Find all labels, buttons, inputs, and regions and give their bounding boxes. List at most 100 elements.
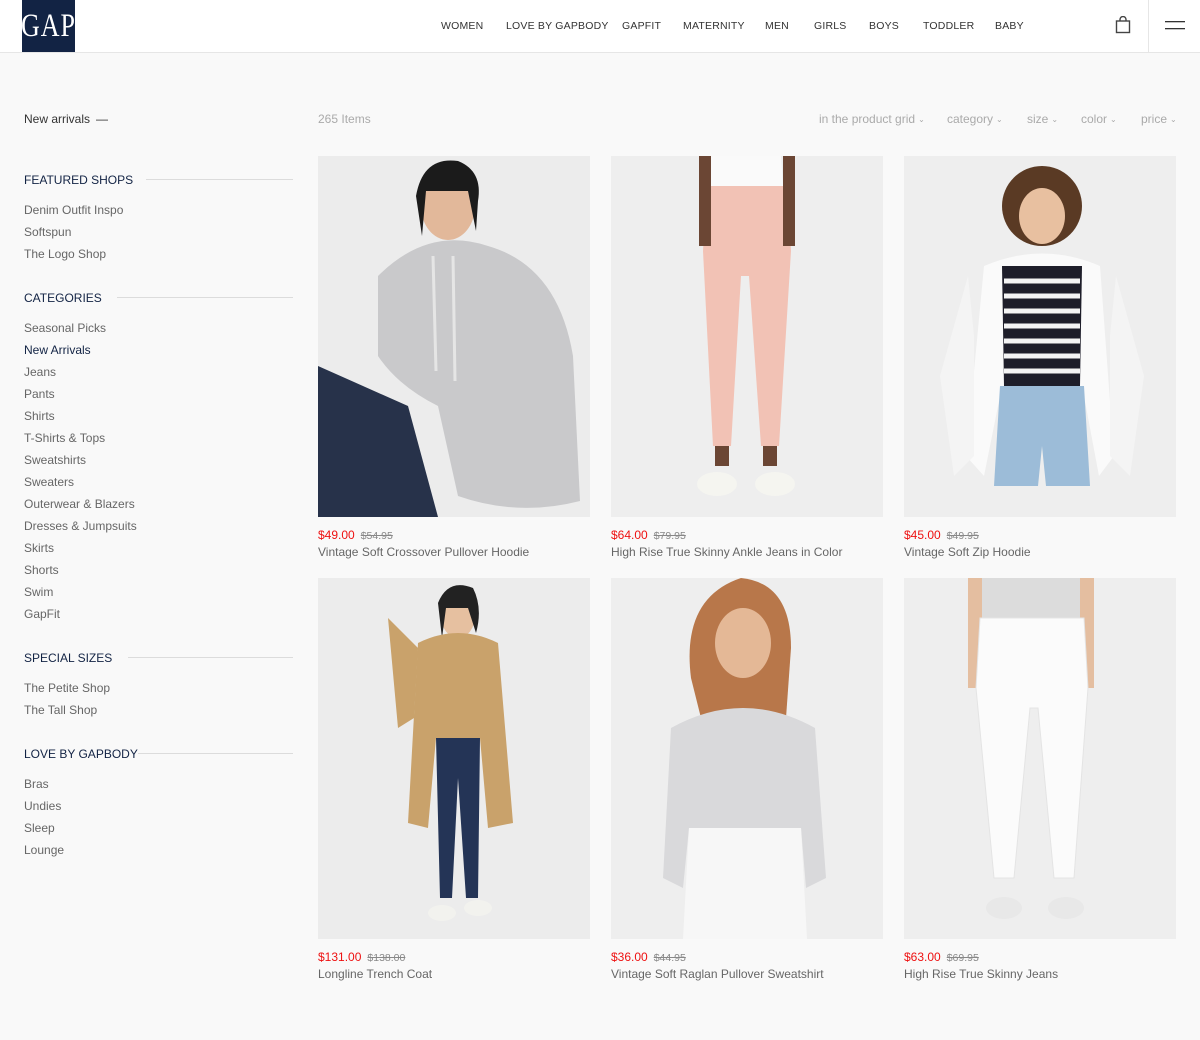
sidebar-item-undies[interactable]: Undies <box>24 799 61 813</box>
filter-price[interactable]: price ⌄ <box>1141 112 1177 126</box>
sidebar-item-softspun[interactable]: Softspun <box>24 225 71 239</box>
product-name[interactable]: High Rise True Skinny Ankle Jeans in Col… <box>611 545 883 559</box>
product-name[interactable]: Vintage Soft Raglan Pullover Sweatshirt <box>611 967 883 981</box>
site-header: GAP WOMEN LOVE BY GAPBODY GAPFIT MATERNI… <box>0 0 1200 53</box>
chevron-down-icon: ⌄ <box>918 115 925 124</box>
sidebar-item-petite-shop[interactable]: The Petite Shop <box>24 681 110 695</box>
love-by-gapbody-title: LOVE BY GAPBODY <box>24 747 138 761</box>
hamburger-icon <box>1165 21 1185 30</box>
product-image[interactable] <box>904 156 1176 517</box>
sidebar-item-logo-shop[interactable]: The Logo Shop <box>24 247 106 261</box>
categories-title: CATEGORIES <box>24 291 102 305</box>
product-name[interactable]: Longline Trench Coat <box>318 967 590 981</box>
filter-category[interactable]: category ⌄ <box>947 112 1003 126</box>
sidebar-item-lounge[interactable]: Lounge <box>24 843 64 857</box>
product-card[interactable]: $63.00 $69.95 High Rise True Skinny Jeans <box>904 578 1176 981</box>
sale-price: $64.00 <box>611 528 648 542</box>
product-card[interactable]: $45.00 $49.95 Vintage Soft Zip Hoodie <box>904 156 1176 559</box>
breadcrumb: New arrivals — <box>24 112 108 126</box>
original-price: $44.95 <box>653 952 686 964</box>
special-sizes-title: SPECIAL SIZES <box>24 651 113 665</box>
price-row: $131.00 $138.00 <box>318 950 590 964</box>
filter-label: category <box>947 112 994 126</box>
breadcrumb-label[interactable]: New arrivals <box>24 112 90 126</box>
product-name[interactable]: Vintage Soft Crossover Pullover Hoodie <box>318 545 590 559</box>
sidebar-item-tshirts-tops[interactable]: T-Shirts & Tops <box>24 431 105 445</box>
product-image[interactable] <box>318 156 590 517</box>
featured-shops-title: FEATURED SHOPS <box>24 173 134 187</box>
original-price: $138.00 <box>367 952 406 964</box>
sidebar-item-shirts[interactable]: Shirts <box>24 409 55 423</box>
product-card[interactable]: $64.00 $79.95 High Rise True Skinny Ankle… <box>611 156 883 559</box>
shopping-bag-icon[interactable] <box>1115 16 1131 34</box>
sidebar-item-denim-outfit-inspo[interactable]: Denim Outfit Inspo <box>24 203 123 217</box>
product-name[interactable]: Vintage Soft Zip Hoodie <box>904 545 1176 559</box>
filter-label: in the product grid <box>819 112 916 126</box>
nav-love-by-gapbody[interactable]: LOVE BY GAPBODY <box>506 20 609 32</box>
product-card[interactable]: $36.00 $44.95 Vintage Soft Raglan Pullove… <box>611 578 883 981</box>
nav-maternity[interactable]: MATERNITY <box>683 20 745 32</box>
filter-product-grid[interactable]: in the product grid ⌄ <box>819 112 925 126</box>
sale-price: $63.00 <box>904 950 941 964</box>
sidebar-item-dresses-jumpsuits[interactable]: Dresses & Jumpsuits <box>24 519 137 533</box>
categories-divider <box>117 297 293 298</box>
sidebar-item-swim[interactable]: Swim <box>24 585 53 599</box>
price-row: $63.00 $69.95 <box>904 950 1176 964</box>
sidebar-item-jeans[interactable]: Jeans <box>24 365 56 379</box>
filter-label: color <box>1081 112 1108 126</box>
nav-women[interactable]: WOMEN <box>441 20 483 32</box>
chevron-down-icon: ⌄ <box>1170 115 1177 124</box>
product-image[interactable] <box>904 578 1176 939</box>
price-row: $45.00 $49.95 <box>904 528 1176 542</box>
main-nav: WOMEN LOVE BY GAPBODY GAPFIT MATERNITY M… <box>0 0 1200 53</box>
chevron-down-icon: ⌄ <box>1110 115 1117 124</box>
price-row: $49.00 $54.95 <box>318 528 590 542</box>
featured-shops-divider <box>146 179 293 180</box>
filter-label: price <box>1141 112 1168 126</box>
sale-price: $49.00 <box>318 528 355 542</box>
gap-logo[interactable]: GAP <box>21 0 75 52</box>
sidebar-item-gapfit[interactable]: GapFit <box>24 607 60 621</box>
sidebar-item-sleep[interactable]: Sleep <box>24 821 55 835</box>
nav-girls[interactable]: GIRLS <box>814 20 847 32</box>
chevron-down-icon: ⌄ <box>1051 115 1059 124</box>
special-sizes-divider <box>128 657 293 658</box>
sidebar-item-new-arrivals[interactable]: New Arrivals <box>24 343 91 357</box>
sale-price: $131.00 <box>318 950 362 964</box>
nav-men[interactable]: MEN <box>765 20 789 32</box>
product-image[interactable] <box>318 578 590 939</box>
product-name[interactable]: High Rise True Skinny Jeans <box>904 967 1176 981</box>
filter-size[interactable]: size ⌄ <box>1027 112 1058 126</box>
product-card[interactable]: $49.00 $54.95 Vintage Soft Crossover Pull… <box>318 156 590 559</box>
sidebar-item-pants[interactable]: Pants <box>24 387 55 401</box>
sidebar-item-tall-shop[interactable]: The Tall Shop <box>24 703 97 717</box>
sidebar-item-outerwear-blazers[interactable]: Outerwear & Blazers <box>24 497 135 511</box>
chevron-down-icon: ⌄ <box>996 115 1003 124</box>
nav-toddler[interactable]: TODDLER <box>923 20 974 32</box>
product-card[interactable]: $131.00 $138.00 Longline Trench Coat <box>318 578 590 981</box>
menu-button[interactable] <box>1148 0 1200 52</box>
product-image[interactable] <box>611 578 883 939</box>
nav-boys[interactable]: BOYS <box>869 20 899 32</box>
sidebar-item-sweaters[interactable]: Sweaters <box>24 475 74 489</box>
love-by-gapbody-divider <box>138 753 293 754</box>
original-price: $69.95 <box>946 952 979 964</box>
breadcrumb-separator: — <box>96 112 109 126</box>
sidebar-item-seasonal-picks[interactable]: Seasonal Picks <box>24 321 106 335</box>
original-price: $49.95 <box>946 530 979 542</box>
sidebar-item-shorts[interactable]: Shorts <box>24 563 59 577</box>
sidebar-item-sweatshirts[interactable]: Sweatshirts <box>24 453 86 467</box>
sale-price: $45.00 <box>904 528 941 542</box>
original-price: $54.95 <box>360 530 393 542</box>
product-image[interactable] <box>611 156 883 517</box>
nav-baby[interactable]: BABY <box>995 20 1024 32</box>
price-row: $64.00 $79.95 <box>611 528 883 542</box>
item-count: 265 Items <box>318 112 371 126</box>
sale-price: $36.00 <box>611 950 648 964</box>
sidebar-item-bras[interactable]: Bras <box>24 777 49 791</box>
sidebar-item-skirts[interactable]: Skirts <box>24 541 54 555</box>
nav-gapfit[interactable]: GAPFIT <box>622 20 661 32</box>
filter-color[interactable]: color ⌄ <box>1081 112 1117 126</box>
price-row: $36.00 $44.95 <box>611 950 883 964</box>
filter-label: size <box>1027 112 1049 126</box>
